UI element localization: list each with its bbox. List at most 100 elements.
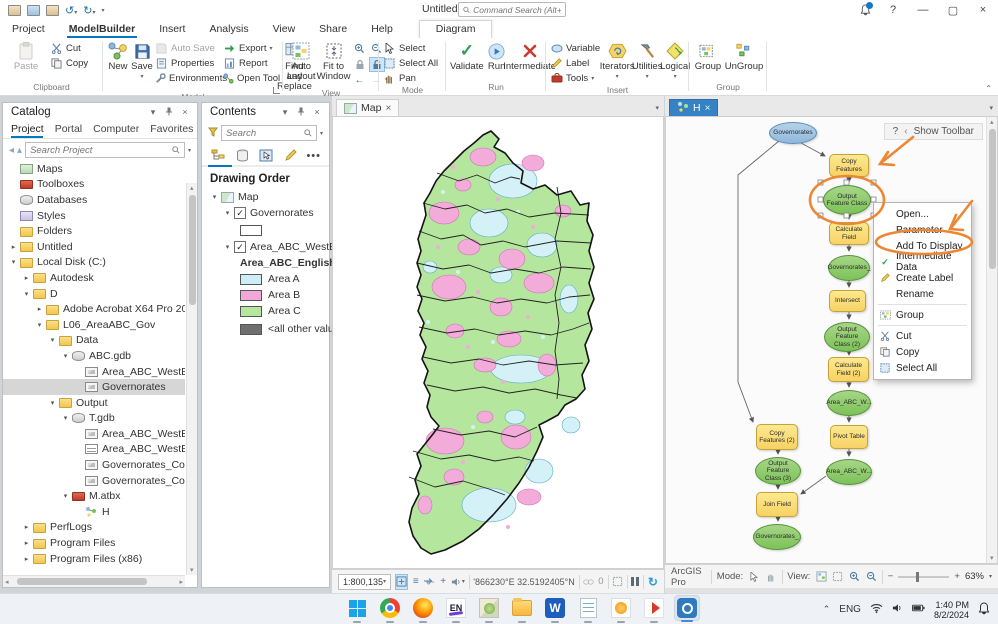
speaker-icon[interactable] [892, 603, 903, 616]
model-node-governorates-out[interactable]: Governorates_ [828, 255, 870, 281]
selection-tab-icon[interactable] [258, 148, 274, 163]
menu-item-parameter[interactable]: Parameter [874, 222, 971, 238]
new-project-icon[interactable] [46, 5, 59, 16]
pan-mode-icon[interactable] [765, 569, 777, 585]
model-node-calculate-field-2[interactable]: Calculate Field (2) [828, 357, 869, 382]
flicker-icon[interactable] [423, 574, 435, 590]
catalog-menu-icon[interactable]: ▾ [145, 107, 161, 118]
sound-icon[interactable]: ▾ [451, 574, 465, 590]
governorates-symbol-row[interactable] [208, 221, 329, 239]
model-vertical-scrollbar[interactable]: ▴ ▾ [986, 117, 997, 563]
filter-icon[interactable] [208, 124, 218, 142]
zoom-in-icon[interactable] [849, 569, 861, 585]
catalog-close-icon[interactable]: × [177, 107, 193, 117]
tree-item-area-abc-westbank[interactable]: Area_ABC_WestBank [3, 364, 185, 380]
new-model-button[interactable]: New [107, 40, 129, 72]
notification-bell-icon[interactable] [852, 0, 878, 20]
utilities-dropdown-icon[interactable]: ▾ [646, 72, 649, 82]
crosshair-icon[interactable]: + [439, 574, 446, 590]
tree-item-l06-areaabc-gov[interactable]: ▾L06_AreaABC_Gov [3, 317, 185, 333]
expander-icon[interactable]: ▾ [208, 193, 221, 201]
language-indicator[interactable]: ENG [839, 604, 861, 615]
model-node-output-feature-class[interactable]: Output Feature Class [823, 185, 871, 215]
map-layer-row[interactable]: ▾ Map [208, 189, 329, 205]
menu-item-intermediate-data[interactable]: ✓Intermediate Data [874, 254, 971, 270]
utilities-button[interactable]: Utilities ▾ [634, 40, 660, 82]
tree-item-h-model[interactable]: H [3, 504, 185, 520]
save-dropdown-icon[interactable]: ▾ [140, 72, 143, 82]
collapse-ribbon-icon[interactable]: ⌃ [985, 84, 992, 93]
properties-button[interactable]: Properties [155, 56, 221, 70]
tab-diagram[interactable]: Diagram [419, 20, 493, 38]
link-icon[interactable] [583, 574, 594, 590]
help-button[interactable]: ? [878, 0, 908, 20]
tab-list-icon[interactable]: ▾ [655, 104, 659, 112]
intermediate-button[interactable]: Intermediate [510, 40, 550, 72]
scale-combobox[interactable]: 1:800,135 ▾ [338, 574, 391, 590]
governorates-layer-row[interactable]: ▾ ✓ Governorates [208, 205, 329, 221]
tree-item-local-disk-c[interactable]: ▾Local Disk (C:) [3, 255, 185, 271]
tree-item-autodesk[interactable]: ▸Autodesk [3, 270, 185, 286]
expander-icon[interactable]: ▾ [59, 352, 72, 360]
model-node-area-abc-w-2[interactable]: Area_ABC_W... [826, 459, 872, 485]
catalog-tab-favorites[interactable]: Favorites [150, 123, 200, 138]
tree-item-governorates[interactable]: Governorates [3, 379, 185, 395]
restore-button[interactable]: ▢ [938, 0, 968, 20]
taskbar-arcmap[interactable] [476, 595, 502, 621]
tree-item-intersect-fc[interactable]: Area_ABC_WestBank_Interse [3, 426, 185, 442]
expander-icon[interactable]: ▸ [33, 305, 46, 313]
tree-item-m-atbx[interactable]: ▾M.atbx [3, 488, 185, 504]
search-options-icon[interactable]: ▾ [320, 130, 323, 137]
tree-item-maps[interactable]: Maps [3, 161, 185, 177]
export-button[interactable]: Export ▾ [223, 41, 275, 55]
legend-item-area-b[interactable]: Area B [208, 287, 329, 303]
expander-icon[interactable]: ▸ [20, 539, 33, 547]
menu-item-rename[interactable]: Rename [874, 286, 971, 302]
expander-icon[interactable]: ▾ [59, 492, 72, 500]
tree-item-folders[interactable]: Folders [3, 223, 185, 239]
battery-icon[interactable] [912, 604, 925, 615]
pause-drawing-icon[interactable] [631, 577, 639, 586]
label-button[interactable]: Label [550, 56, 600, 70]
start-button[interactable] [344, 595, 370, 621]
taskbar-word[interactable]: W [542, 595, 568, 621]
expander-icon[interactable]: ▸ [20, 555, 33, 563]
drawing-order-tab-icon[interactable] [210, 148, 226, 163]
show-toolbar-button[interactable]: ? ‹ Show Toolbar [884, 123, 983, 140]
taskbar-file-explorer[interactable] [509, 595, 535, 621]
menu-item-open[interactable]: Open... [874, 206, 971, 222]
tree-item-perflogs[interactable]: ▸PerfLogs [3, 520, 185, 536]
fit-to-window-icon[interactable] [832, 569, 844, 585]
tree-item-adobe-acrobat[interactable]: ▸Adobe Acrobat X64 Pro 2024.002.208 [3, 301, 185, 317]
up-nav-icon[interactable]: ▴ [17, 145, 22, 156]
customize-qat-icon[interactable]: ▾ [101, 7, 104, 14]
contents-search-input[interactable] [226, 128, 301, 139]
expander-icon[interactable]: ▾ [33, 321, 46, 329]
open-project-icon[interactable] [27, 5, 40, 16]
expander-icon[interactable]: ▾ [20, 290, 33, 298]
model-node-output-feature-class-3[interactable]: Output Feature Class (3) [755, 457, 801, 485]
layer-checkbox[interactable]: ✓ [234, 207, 246, 219]
auto-layout-icon[interactable] [815, 569, 827, 585]
model-help-button[interactable]: ? [893, 126, 899, 137]
tree-item-t-gdb[interactable]: ▾T.gdb [3, 411, 185, 427]
tree-item-pivottable[interactable]: Area_ABC_WestBank_PivotTa [3, 442, 185, 458]
tree-item-d[interactable]: ▾D [3, 286, 185, 302]
taskbar-arcgis-pro[interactable] [674, 595, 700, 621]
other-values-swatch[interactable] [240, 324, 262, 335]
tree-item-output[interactable]: ▾Output [3, 395, 185, 411]
model-node-governorates[interactable]: Governorates [769, 122, 817, 144]
save-project-icon[interactable] [8, 5, 21, 16]
model-canvas[interactable]: ? ‹ Show Toolbar [665, 116, 998, 564]
tools-button[interactable]: Tools ▾ [550, 71, 600, 85]
expander-icon[interactable]: ▾ [46, 399, 59, 407]
taskbar-notepad[interactable] [575, 595, 601, 621]
lock-icon[interactable] [352, 57, 368, 72]
expander-icon[interactable]: ▾ [221, 243, 234, 251]
expander-icon[interactable]: ▾ [59, 414, 72, 422]
zoom-dropdown-icon[interactable]: ▾ [989, 573, 992, 580]
tree-item-swsetup[interactable]: ▸SWSetup [3, 566, 185, 569]
expander-icon[interactable]: ▸ [20, 523, 33, 531]
menu-item-copy[interactable]: Copy [874, 344, 971, 360]
area-c-swatch[interactable] [240, 306, 262, 317]
